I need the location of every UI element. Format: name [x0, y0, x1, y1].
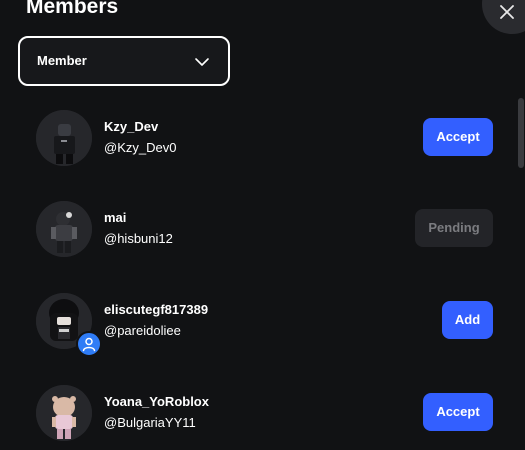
friend-badge — [76, 331, 102, 357]
person-icon — [82, 337, 96, 352]
member-username: @Kzy_Dev0 — [104, 140, 177, 155]
role-filter-value: Member — [37, 53, 87, 68]
member-username: @pareidoliee — [104, 323, 181, 338]
member-display-name: mai — [104, 210, 127, 225]
members-panel: Members Member Kzy_Dev @Kzy_Dev0 Accept — [0, 0, 525, 450]
member-display-name: Kzy_Dev — [104, 119, 159, 134]
scrollbar-thumb[interactable] — [518, 98, 524, 168]
member-username: @BulgariaYY11 — [104, 415, 196, 430]
add-button[interactable]: Add — [442, 301, 493, 339]
accept-button[interactable]: Accept — [423, 118, 493, 156]
member-row: eliscutegf817389 @pareidoliee Add — [30, 293, 500, 363]
member-display-name: eliscutegf817389 — [104, 302, 209, 317]
accept-button[interactable]: Accept — [423, 393, 493, 431]
chevron-down-icon — [195, 58, 209, 66]
close-button[interactable] — [482, 0, 525, 34]
member-row: Yoana_YoRoblox @BulgariaYY11 Accept — [30, 385, 500, 450]
avatar[interactable] — [36, 110, 92, 166]
pending-button: Pending — [415, 209, 493, 247]
close-icon — [500, 5, 514, 19]
member-row: mai @hisbuni12 Pending — [30, 201, 500, 271]
role-filter-dropdown[interactable]: Member — [18, 36, 230, 86]
member-username: @hisbuni12 — [104, 231, 173, 246]
member-row: Kzy_Dev @Kzy_Dev0 Accept — [30, 110, 500, 180]
page-title: Members — [26, 0, 119, 18]
avatar[interactable] — [36, 201, 92, 257]
avatar[interactable] — [36, 385, 92, 441]
member-display-name: Yoana_YoRoblox — [104, 394, 209, 409]
